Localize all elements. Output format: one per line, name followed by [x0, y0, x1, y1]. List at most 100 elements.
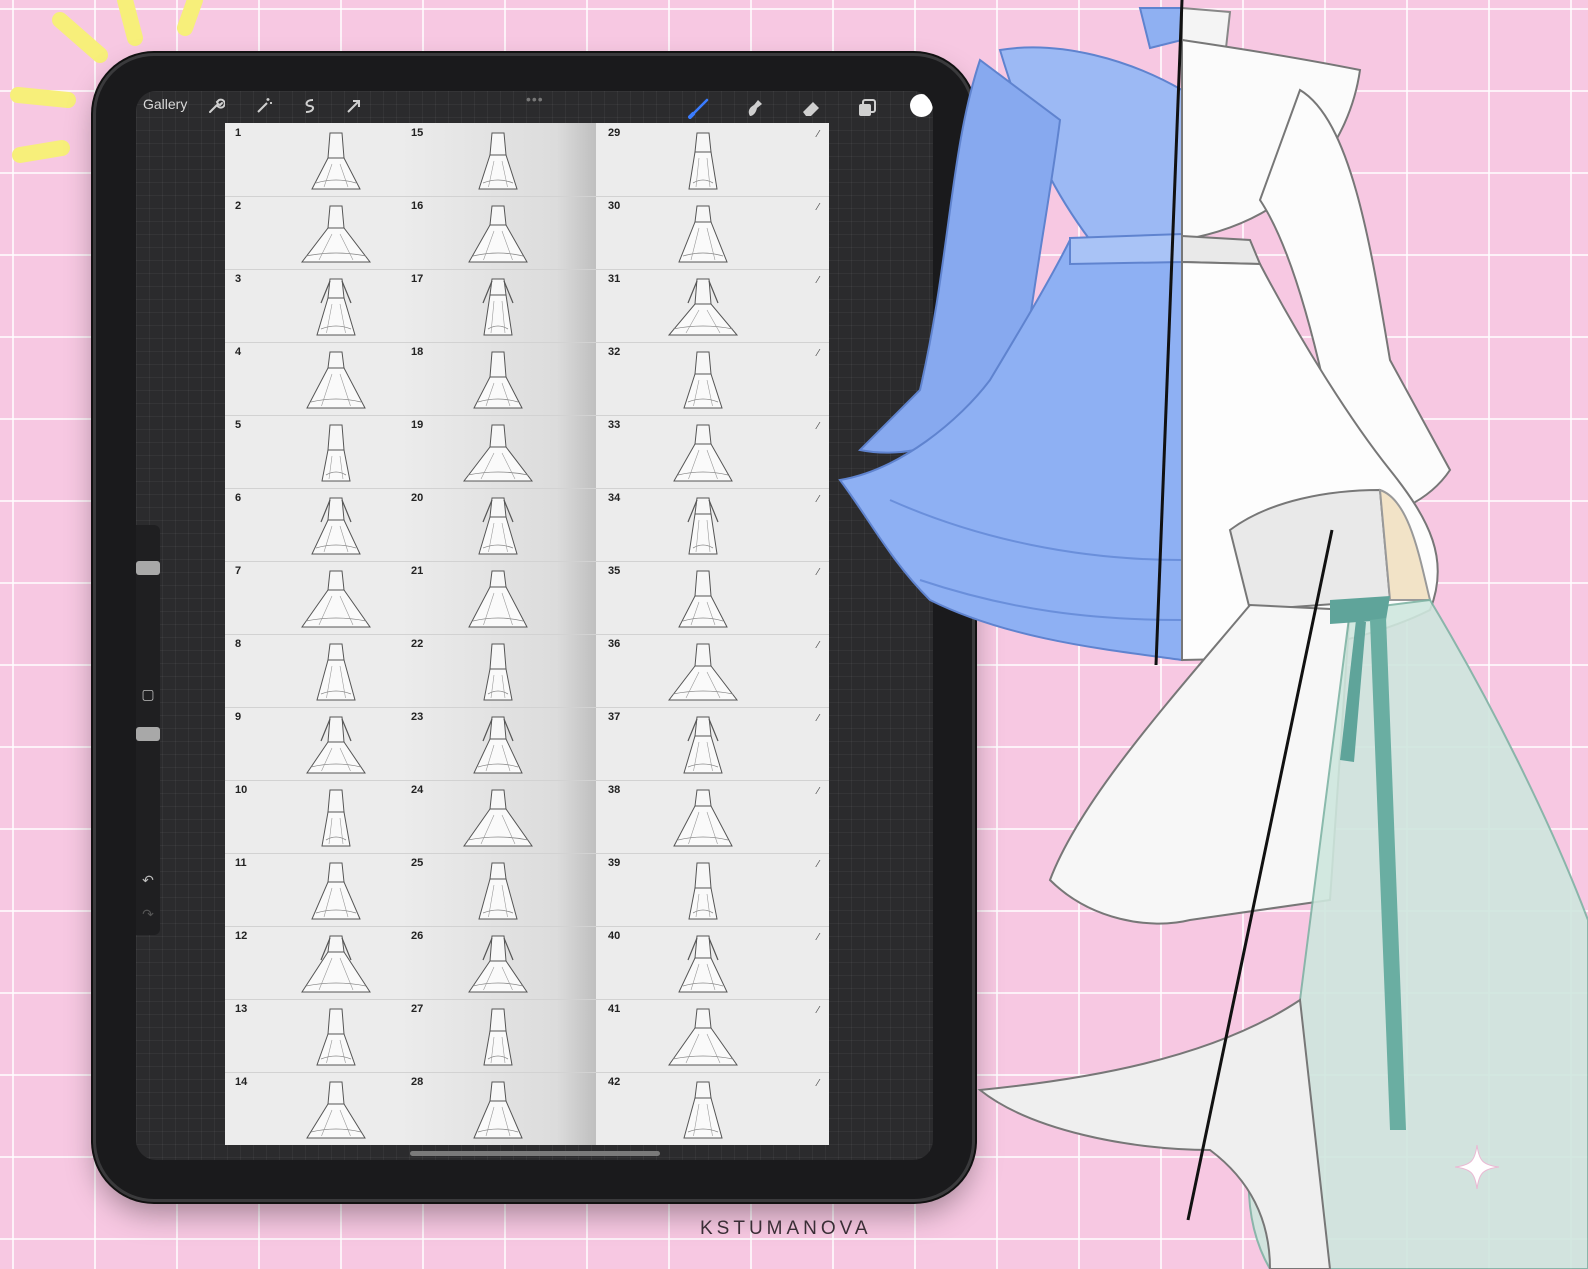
brush-number: 41: [608, 1003, 621, 1015]
brush-number: 30: [608, 200, 621, 212]
redo-icon[interactable]: ↷: [139, 905, 157, 923]
blue-ruffle-dress: [838, 6, 1232, 662]
dress-brush-preview: [299, 492, 373, 558]
undo-icon[interactable]: ↶: [139, 871, 157, 889]
brush-item[interactable]: 11: [225, 853, 399, 927]
brush-number: 2: [235, 200, 242, 212]
brush-size-slider[interactable]: [136, 561, 160, 575]
brush-stroke-icon: ⁄: [817, 713, 819, 724]
brush-number: 24: [411, 784, 424, 796]
brush-item[interactable]: 8: [225, 634, 399, 708]
brush-item[interactable]: 20: [399, 488, 596, 562]
brush-number: 6: [235, 492, 242, 504]
brush-number: 22: [411, 638, 424, 650]
brush-number: 15: [411, 127, 424, 139]
brush-stroke-icon: ⁄: [817, 348, 819, 359]
brush-item[interactable]: 28: [399, 1072, 596, 1145]
brush-item[interactable]: 40 ⁄: [596, 926, 829, 1000]
brush-item[interactable]: 9: [225, 707, 399, 781]
brush-number: 8: [235, 638, 242, 650]
brush-item[interactable]: 13: [225, 999, 399, 1073]
modify-square-icon[interactable]: ▢: [139, 685, 157, 703]
wrench-icon[interactable]: [206, 97, 226, 117]
dress-brush-preview: [461, 565, 535, 631]
dress-brush-preview: [666, 857, 740, 923]
dress-brush-preview: [461, 127, 535, 193]
brush-column-3: 29 ⁄ 30 ⁄ 31 ⁄ 32 ⁄ 33 ⁄ 34 ⁄ 35 ⁄ 36 ⁄ 37 ⁄ 38 ⁄ 39 ⁄ 40 ⁄ 41 ⁄ 4…: [596, 123, 829, 1145]
brush-number: 16: [411, 200, 424, 212]
credit-watermark: KSTUMANOVA: [700, 1218, 872, 1239]
transform-arrow-icon[interactable]: [344, 97, 364, 117]
brush-item[interactable]: 36 ⁄: [596, 634, 829, 708]
grip-handle-icon[interactable]: •••: [526, 91, 544, 107]
brush-item[interactable]: 26: [399, 926, 596, 1000]
brush-item[interactable]: 24: [399, 780, 596, 854]
brush-number: 42: [608, 1076, 621, 1088]
brush-item[interactable]: 29 ⁄: [596, 123, 829, 197]
brush-item[interactable]: 2: [225, 196, 399, 270]
brush-item[interactable]: 33 ⁄: [596, 415, 829, 489]
brush-stroke-icon: ⁄: [817, 932, 819, 943]
brush-item[interactable]: 27: [399, 999, 596, 1073]
gallery-button[interactable]: Gallery: [143, 96, 187, 112]
brush-number: 5: [235, 419, 242, 431]
home-indicator: [410, 1151, 660, 1156]
brush-item[interactable]: 7: [225, 561, 399, 635]
dress-brush-preview: [666, 346, 740, 412]
dress-brush-preview: [666, 1076, 740, 1142]
brush-item[interactable]: 19: [399, 415, 596, 489]
brush-item[interactable]: 41 ⁄: [596, 999, 829, 1073]
smudge-icon[interactable]: [744, 97, 764, 117]
dress-brush-preview: [299, 930, 373, 996]
brush-number: 32: [608, 346, 621, 358]
brush-item[interactable]: 17: [399, 269, 596, 343]
brush-number: 37: [608, 711, 621, 723]
brush-item[interactable]: 42 ⁄: [596, 1072, 829, 1145]
dress-brush-preview: [299, 784, 373, 850]
brush-number: 40: [608, 930, 621, 942]
brush-number: 27: [411, 1003, 424, 1015]
brush-item[interactable]: 10: [225, 780, 399, 854]
brush-item[interactable]: 22: [399, 634, 596, 708]
brush-item[interactable]: 34 ⁄: [596, 488, 829, 562]
brush-item[interactable]: 25: [399, 853, 596, 927]
brush-item[interactable]: 30 ⁄: [596, 196, 829, 270]
brush-item[interactable]: 35 ⁄: [596, 561, 829, 635]
brush-number: 28: [411, 1076, 424, 1088]
brush-number: 4: [235, 346, 242, 358]
brush-item[interactable]: 32 ⁄: [596, 342, 829, 416]
dress-brush-preview: [666, 200, 740, 266]
brush-number: 38: [608, 784, 621, 796]
brush-item[interactable]: 5: [225, 415, 399, 489]
eraser-icon[interactable]: [800, 97, 820, 117]
dress-brush-preview: [461, 492, 535, 558]
brush-item[interactable]: 16: [399, 196, 596, 270]
dress-brush-preview: [666, 492, 740, 558]
brush-item[interactable]: 3: [225, 269, 399, 343]
brush-item[interactable]: 37 ⁄: [596, 707, 829, 781]
opacity-slider[interactable]: [136, 727, 160, 741]
dress-brush-preview: [461, 784, 535, 850]
brush-item[interactable]: 6: [225, 488, 399, 562]
dress-brush-preview: [461, 711, 535, 777]
brush-icon[interactable]: [688, 97, 709, 119]
magic-wand-icon[interactable]: [254, 97, 274, 117]
dress-brush-preview: [299, 1003, 373, 1069]
brush-item[interactable]: 31 ⁄: [596, 269, 829, 343]
brush-item[interactable]: 23: [399, 707, 596, 781]
brush-item[interactable]: 15: [399, 123, 596, 197]
brush-item[interactable]: 21: [399, 561, 596, 635]
dress-brush-preview: [461, 346, 535, 412]
brush-item[interactable]: 14: [225, 1072, 399, 1145]
brush-item[interactable]: 12: [225, 926, 399, 1000]
brush-item[interactable]: 38 ⁄: [596, 780, 829, 854]
brush-item[interactable]: 4: [225, 342, 399, 416]
brush-column-2: 15 16 17 18 19 20 21 22 23 24 25 26 27 28: [399, 123, 596, 1145]
dress-brush-preview: [666, 273, 740, 339]
dress-brush-preview: [299, 565, 373, 631]
brush-number: 21: [411, 565, 424, 577]
brush-item[interactable]: 39 ⁄: [596, 853, 829, 927]
brush-item[interactable]: 18: [399, 342, 596, 416]
brush-item[interactable]: 1: [225, 123, 399, 197]
selection-icon[interactable]: [300, 97, 320, 117]
